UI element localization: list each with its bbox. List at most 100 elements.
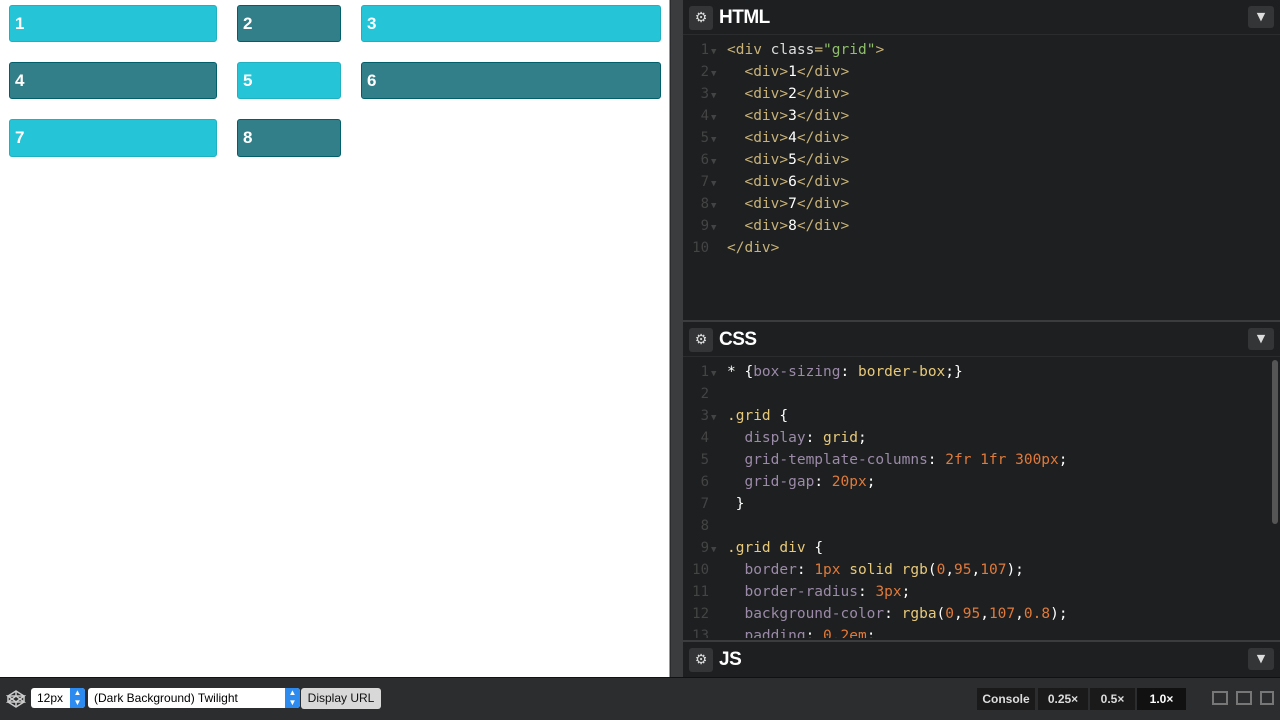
code-line[interactable]: 11 border-radius: 3px; [683,581,1280,603]
code-line[interactable]: 5 ▼ <div>4</div> [683,127,1280,149]
gear-icon[interactable]: ⚙ [689,6,713,30]
code-token: : [857,584,876,600]
code-token: 20px [831,474,867,490]
layout-top-icon[interactable] [1236,691,1252,705]
code-line[interactable]: 10 </div> [683,237,1280,259]
code-token: * { [727,364,754,380]
code-token: 5 [788,152,797,168]
line-number: 12 [692,606,709,622]
code-line[interactable]: 10 border: 1px solid rgb(0,95,107); [683,559,1280,581]
line-number: 13 [692,628,709,638]
fold-marker-icon[interactable]: ▼ [709,539,727,561]
code-token: display [744,430,806,446]
code-token: grid-gap [744,474,815,490]
code-line[interactable]: 2 [683,383,1280,405]
chevron-down-icon[interactable]: ▼ [1248,6,1274,28]
js-editor[interactable]: ⚙ JS ▼ [683,640,1280,677]
fold-marker-icon[interactable]: ▼ [709,129,727,151]
fold-marker-icon[interactable]: ▼ [709,63,727,85]
code-token: class [770,42,815,58]
code-line[interactable]: 1 ▼ <div class="grid"> [683,39,1280,61]
code-line[interactable]: 5 grid-template-columns: 2fr 1fr 300px; [683,449,1280,471]
grid-cell-6: 6 [361,62,661,99]
code-line[interactable]: 9 ▼ <div>8</div> [683,215,1280,237]
code-line[interactable]: 3 ▼ .grid { [683,405,1280,427]
code-token: ); [1050,606,1068,622]
code-line[interactable]: 7 ▼ <div>6</div> [683,171,1280,193]
code-line[interactable]: 12 background-color: rgba(0,95,107,0.8); [683,603,1280,625]
fold-marker-icon[interactable]: ▼ [709,195,727,217]
font-size-value: 12px [37,691,64,705]
code-line[interactable]: 8 ▼ <div>7</div> [683,193,1280,215]
display-url-button[interactable]: Display URL [301,688,381,709]
code-token: > [875,42,885,58]
code-line[interactable]: 9 ▼ .grid div { [683,537,1280,559]
css-editor-scrollbar[interactable] [1272,360,1278,524]
code-token: 0.2em [823,628,867,638]
fold-marker-icon[interactable]: ▼ [709,107,727,129]
code-line[interactable]: 2 ▼ <div>1</div> [683,61,1280,83]
gear-icon[interactable]: ⚙ [689,328,713,352]
css-editor[interactable]: ⚙ CSS ▼ 1 ▼ * {box-sizing: border-box;} 2 3 ▼… [683,320,1280,638]
code-token: : [805,430,824,446]
fold-marker-icon[interactable]: ▼ [709,407,727,429]
line-number: 9 [700,218,709,234]
code-token: 1px [814,562,841,578]
code-line[interactable]: 1 ▼ * {box-sizing: border-box;} [683,361,1280,383]
code-token: 95 [954,562,972,578]
code-line[interactable]: 3 ▼ <div>2</div> [683,83,1280,105]
code-line[interactable]: 8 [683,515,1280,537]
code-token: </div> [796,86,850,102]
codepen-logo-icon[interactable] [5,689,27,709]
line-number: 5 [700,130,709,146]
zoom-025-button[interactable]: 0.25× [1038,688,1088,710]
code-line[interactable]: 4 ▼ <div>3</div> [683,105,1280,127]
code-token: </div> [796,196,850,212]
select-arrows-icon: ▲ ▼ [285,688,300,708]
code-token: background-color [744,606,885,622]
fold-marker-icon[interactable]: ▼ [709,217,727,239]
theme-select[interactable]: (Dark Background) Twilight ▲ ▼ [88,688,300,708]
layout-left-icon[interactable] [1212,691,1228,705]
code-line[interactable]: 4 display: grid; [683,427,1280,449]
code-token: 0.8 [1023,606,1051,622]
line-number: 10 [692,240,709,256]
html-editor[interactable]: ⚙ HTML ▼ 1 ▼ <div class="grid"> 2 ▼ <div>1</… [683,0,1280,318]
code-token: 107 [980,562,1007,578]
console-button[interactable]: Console [977,688,1035,710]
fold-marker-icon[interactable]: ▼ [709,41,727,63]
css-code-area[interactable]: 1 ▼ * {box-sizing: border-box;} 2 3 ▼ .grid {4… [683,357,1280,638]
code-token: padding [744,628,806,638]
html-code-area[interactable]: 1 ▼ <div class="grid"> 2 ▼ <div>1</div> 3 ▼ <d… [683,35,1280,259]
chevron-down-icon[interactable]: ▼ [1248,648,1274,670]
code-token: <div> [744,152,789,168]
code-line[interactable]: 7 } [683,493,1280,515]
layout-right-icon[interactable] [1260,691,1274,705]
code-line[interactable]: 13 padding: 0.2em; [683,625,1280,638]
code-token: ; [866,628,876,638]
code-token: <div> [744,196,789,212]
fold-marker-icon[interactable]: ▼ [709,363,727,385]
code-token: 6 [788,174,797,190]
code-token: </div> [796,130,850,146]
code-token: <div> [744,174,789,190]
chevron-down-icon[interactable]: ▼ [1248,328,1274,350]
pane-resize-handle[interactable] [670,0,683,677]
code-line[interactable]: 6 ▼ <div>5</div> [683,149,1280,171]
code-token: ); [1006,562,1024,578]
zoom-05-button[interactable]: 0.5× [1090,688,1135,710]
zoom-10-button[interactable]: 1.0× [1137,688,1186,710]
font-size-select[interactable]: 12px ▲ ▼ [31,688,85,708]
fold-marker-icon[interactable]: ▼ [709,85,727,107]
line-number: 9 [700,540,709,556]
code-token: <div> [744,218,789,234]
code-line[interactable]: 6 grid-gap: 20px; [683,471,1280,493]
fold-marker-icon[interactable]: ▼ [709,173,727,195]
code-token: <div> [744,130,789,146]
fold-marker-icon[interactable]: ▼ [709,151,727,173]
gear-icon[interactable]: ⚙ [689,648,713,672]
